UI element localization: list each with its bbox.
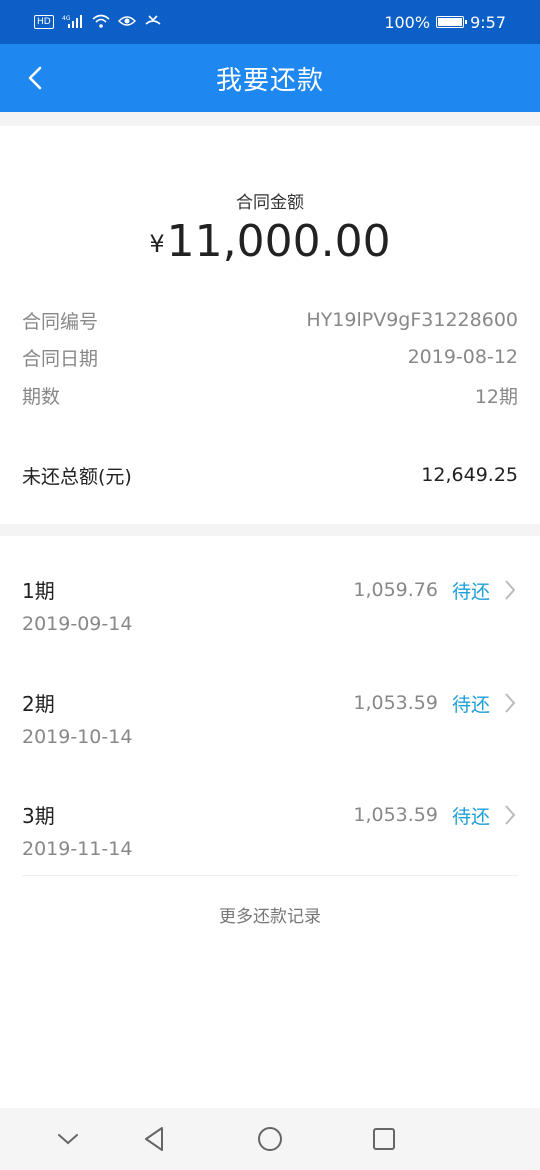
svg-text:4G: 4G [62, 15, 71, 22]
system-back-button[interactable] [138, 1123, 170, 1155]
outstanding-total-value: 12,649.25 [421, 464, 518, 486]
contract-amount-number: 11,000.00 [166, 216, 391, 267]
chevron-right-icon [504, 803, 518, 827]
contract-date-value: 2019-08-12 [407, 346, 518, 368]
chevron-right-icon [504, 578, 518, 602]
list-divider [22, 875, 518, 876]
contract-number-row: 合同编号 HY19lPV9gF31228600 [22, 305, 518, 335]
contract-date-row: 合同日期 2019-08-12 [22, 342, 518, 372]
eye-icon [117, 13, 136, 32]
triangle-back-icon [145, 1127, 163, 1151]
battery-percent: 100% [384, 12, 431, 32]
period-row[interactable]: 2期 2019-10-14 1,053.59 待还 [22, 688, 518, 768]
period-amount: 1,059.76 [353, 579, 438, 601]
status-icons-right: 100% 9:57 [384, 13, 506, 32]
back-button[interactable] [20, 60, 50, 96]
section-divider [0, 524, 540, 536]
wifi-icon [92, 13, 110, 32]
contract-date-label: 合同日期 [22, 347, 99, 370]
contract-amount-label: 合同金额 [236, 193, 304, 213]
installments-row: 期数 12期 [22, 380, 518, 410]
circle-home-icon [258, 1127, 282, 1151]
chevron-left-icon [28, 66, 42, 90]
home-button[interactable] [254, 1123, 286, 1155]
status-bar: HD 4G 100% 9:57 [0, 0, 540, 44]
period-name: 2期 [22, 692, 55, 716]
period-status: 待还 [451, 805, 490, 828]
outstanding-total-label: 未还总额(元) [22, 465, 132, 488]
nav-bar: 我要还款 [0, 44, 540, 112]
period-amount: 1,053.59 [353, 804, 438, 826]
period-name: 3期 [22, 804, 55, 828]
period-amount: 1,053.59 [353, 692, 438, 714]
installments-label: 期数 [22, 385, 61, 408]
outstanding-total-row: 未还总额(元) 12,649.25 [22, 460, 518, 490]
system-nav-bar [0, 1108, 540, 1170]
square-recents-icon [373, 1128, 395, 1150]
missed-call-icon [144, 13, 162, 32]
page-title: 我要还款 [215, 65, 324, 96]
contract-amount-value: ¥11,000.00 [0, 216, 540, 267]
recents-button[interactable] [368, 1123, 400, 1155]
currency-symbol: ¥ [149, 230, 165, 258]
period-status: 待还 [451, 580, 490, 603]
chevron-right-icon [504, 691, 518, 715]
clock: 9:57 [470, 12, 506, 32]
period-name: 1期 [22, 579, 55, 603]
period-status: 待还 [451, 693, 490, 716]
period-date: 2019-09-14 [22, 613, 133, 635]
contract-number-label: 合同编号 [22, 310, 99, 333]
period-summary: 1,053.59 待还 [353, 688, 518, 718]
hide-nav-button[interactable] [52, 1123, 84, 1155]
period-date: 2019-11-14 [22, 838, 133, 860]
more-records-link[interactable]: 更多还款记录 [0, 902, 540, 927]
period-summary: 1,053.59 待还 [353, 800, 518, 830]
period-summary: 1,059.76 待还 [353, 575, 518, 605]
battery-icon [436, 16, 468, 28]
installments-value: 12期 [474, 385, 518, 408]
signal-icon: 4G [62, 13, 84, 32]
contract-amount-section: 合同金额 ¥11,000.00 [0, 126, 540, 294]
contract-number-value: HY19lPV9gF31228600 [306, 309, 518, 331]
status-icons-left: HD 4G [34, 13, 162, 32]
chevron-down-icon [58, 1134, 78, 1145]
period-row[interactable]: 3期 2019-11-14 1,053.59 待还 [22, 800, 518, 880]
section-divider [0, 112, 540, 126]
hd-badge: HD [34, 15, 54, 29]
period-date: 2019-10-14 [22, 726, 133, 748]
period-row[interactable]: 1期 2019-09-14 1,059.76 待还 [22, 575, 518, 655]
